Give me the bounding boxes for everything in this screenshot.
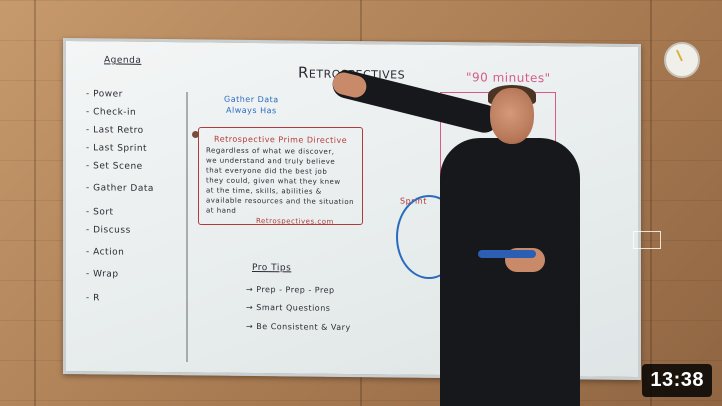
- wood-seam: [650, 0, 652, 406]
- agenda-item: - Check-in: [86, 107, 137, 118]
- time-note: "90 minutes": [466, 70, 551, 86]
- board-divider-line: [186, 92, 188, 362]
- agenda-item: - Last Retro: [86, 125, 144, 136]
- jacket-logo: [633, 231, 661, 249]
- agenda-item: - Discuss: [86, 225, 131, 236]
- agenda-item: - Power: [86, 89, 123, 100]
- pro-tips-heading: Pro Tips: [252, 262, 292, 274]
- lower-arm: [530, 188, 564, 288]
- presenter-head: [490, 88, 534, 144]
- agenda-item: - Last Sprint: [86, 143, 148, 154]
- agenda-item: - Set Scene: [86, 161, 143, 172]
- agenda-item: - R: [86, 293, 100, 304]
- agenda-item: - Sort: [86, 207, 114, 218]
- video-duration-badge: 13:38: [642, 364, 712, 397]
- agenda-item: - Wrap: [86, 269, 119, 280]
- blue-note-line: Gather Data: [224, 94, 279, 105]
- presenter: [300, 67, 661, 406]
- wood-seam: [34, 0, 36, 406]
- blue-marker: [478, 250, 536, 258]
- magnet: [192, 131, 199, 138]
- agenda-item: - Action: [86, 247, 125, 258]
- pointing-hand: [330, 70, 369, 100]
- agenda-item: - Gather Data: [86, 183, 154, 194]
- blue-note-line: Always Has: [226, 105, 277, 116]
- clock-hand: [676, 49, 683, 62]
- wall-clock: [664, 42, 700, 78]
- agenda-heading: Agenda: [104, 55, 142, 66]
